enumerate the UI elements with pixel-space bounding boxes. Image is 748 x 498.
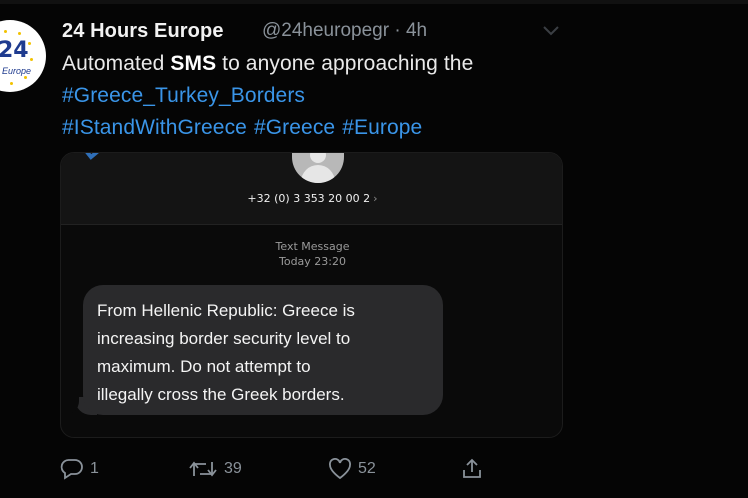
chevron-down-icon[interactable] [543,26,559,36]
separator-dot: · [394,20,401,41]
sms-message-text: From Hellenic Republic: Greece is increa… [97,301,355,404]
back-arrow-icon [85,153,99,160]
sms-label: Text Message [275,240,350,253]
avatar-star [24,76,27,79]
avatar-star [30,58,33,61]
avatar-star [4,30,7,33]
avatar-brand: Europe [2,66,32,76]
tweet-text-line-3: #IStandWithGreece #Greece #Europe [62,116,429,140]
hashtag-link[interactable]: #Greece [254,116,335,139]
sms-message-bubble: From Hellenic Republic: Greece is increa… [83,285,443,415]
person-head [310,153,326,163]
bubble-tail-cut [65,397,79,415]
tweet-text-line-2: #Greece_Turkey_Borders [62,84,305,108]
avatar-number: 24 [0,38,29,63]
tweet-text-pre: Automated [62,52,171,75]
chevron-right-icon: › [373,192,378,205]
retweet-button[interactable]: 39 [188,454,242,484]
top-divider [0,0,748,4]
reply-icon [60,459,83,480]
hashtag-link[interactable]: #IStandWithGreece [62,116,247,139]
tweet-actions-bar: 1 39 52 [60,454,500,484]
share-button[interactable] [460,454,484,484]
retweet-icon [189,461,217,477]
tweet-text-bold: SMS [170,52,217,75]
heart-icon [329,458,351,480]
sms-timestamp: Today 23:20 [278,255,346,268]
tweet-text-line-1: Automated SMS to anyone approaching the [62,52,473,76]
author-handle-and-time[interactable]: @24heuropegr · 4h [262,20,427,42]
avatar-star [28,42,31,45]
reply-button[interactable]: 1 [60,454,99,484]
tweet-card[interactable]: 24 Europe 24 Hours Europe @24heuropegr ·… [0,0,748,498]
phone-number-text: +32 (0) 3 353 20 00 2 [247,192,371,205]
person-shoulders [301,165,335,183]
author-name[interactable]: 24 Hours Europe [62,20,224,43]
sms-header: +32 (0) 3 353 20 00 2 › [61,153,562,225]
avatar-star [18,32,21,35]
reply-count: 1 [90,460,99,477]
tweet-time[interactable]: 4h [406,20,427,41]
hashtag-link[interactable]: #Greece_Turkey_Borders [62,84,305,107]
avatar-star [10,82,13,85]
sms-phone-number: +32 (0) 3 353 20 00 2 › [61,192,562,205]
retweet-count: 39 [224,460,242,477]
contact-avatar [292,153,344,183]
hashtag-link[interactable]: #Europe [342,116,422,139]
author-avatar[interactable]: 24 Europe [0,20,46,92]
tweet-media-image[interactable]: +32 (0) 3 353 20 00 2 › Text Message Toda… [60,152,563,438]
like-button[interactable]: 52 [328,454,376,484]
share-icon [463,458,481,478]
author-handle[interactable]: @24heuropegr [262,20,389,41]
tweet-text-post: to anyone approaching the [216,52,474,75]
like-count: 52 [358,460,376,477]
